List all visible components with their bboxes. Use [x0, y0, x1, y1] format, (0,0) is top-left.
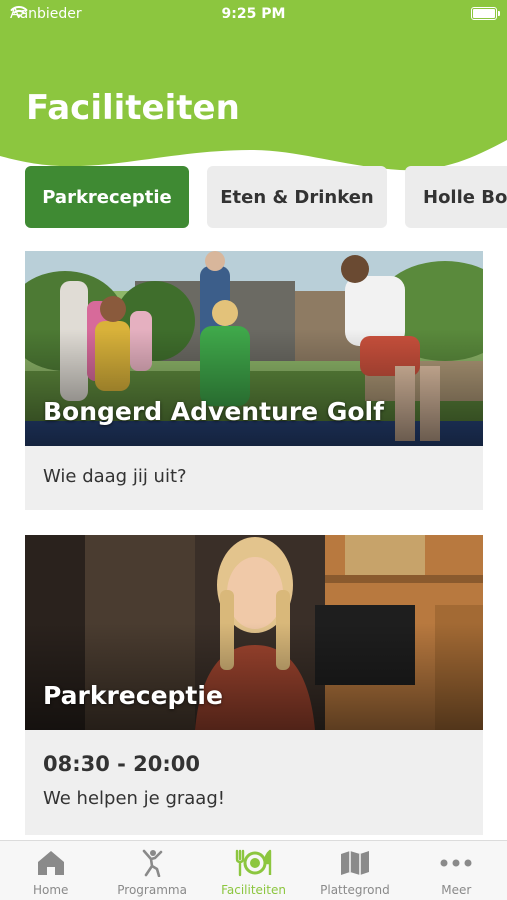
status-bar: Aanbieder 9:25 PM	[0, 0, 507, 30]
golf-photo: Bongerd Adventure Golf	[25, 251, 483, 446]
nav-label: Home	[32, 883, 69, 897]
nav-label: Faciliteiten	[221, 883, 286, 897]
nav-label: Meer	[441, 883, 472, 897]
tab-eten-drinken[interactable]: Eten & Drinken	[207, 166, 387, 228]
bottom-navigation: Home Programma Faciliteiten Plattegrond	[0, 840, 507, 900]
cutlery-icon	[234, 849, 274, 877]
facility-card-reception[interactable]: Parkreceptie 08:30 - 20:00 We helpen je …	[25, 535, 483, 835]
card-title: Parkreceptie	[43, 681, 223, 710]
battery-icon	[471, 7, 500, 20]
nav-label: Plattegrond	[320, 883, 390, 897]
page-title: Faciliteiten	[26, 88, 240, 128]
nav-faciliteiten[interactable]: Faciliteiten	[203, 841, 304, 900]
tab-parkreceptie[interactable]: Parkreceptie	[25, 166, 189, 228]
dancer-icon	[140, 849, 164, 877]
nav-meer[interactable]: Meer	[406, 841, 507, 900]
more-icon	[440, 849, 472, 877]
card-description: Wie daag jij uit?	[43, 466, 187, 487]
reception-photo: Parkreceptie	[25, 535, 483, 730]
opening-hours: 08:30 - 20:00	[43, 752, 201, 776]
map-icon	[340, 849, 370, 877]
facility-card-golf[interactable]: Bongerd Adventure Golf Wie daag jij uit?	[25, 251, 483, 510]
tab-holle-bol[interactable]: Holle Bol	[405, 166, 507, 228]
nav-home[interactable]: Home	[0, 841, 101, 900]
nav-label: Programma	[117, 883, 187, 897]
card-title: Bongerd Adventure Golf	[43, 397, 384, 426]
nav-plattegrond[interactable]: Plattegrond	[304, 841, 405, 900]
card-description: We helpen je graag!	[43, 788, 225, 809]
category-tabs: Parkreceptie Eten & Drinken Holle Bol	[0, 166, 507, 228]
nav-programma[interactable]: Programma	[101, 841, 202, 900]
header: Aanbieder 9:25 PM Faciliteiten	[0, 0, 507, 180]
home-icon	[37, 849, 65, 877]
clock: 9:25 PM	[221, 6, 286, 22]
